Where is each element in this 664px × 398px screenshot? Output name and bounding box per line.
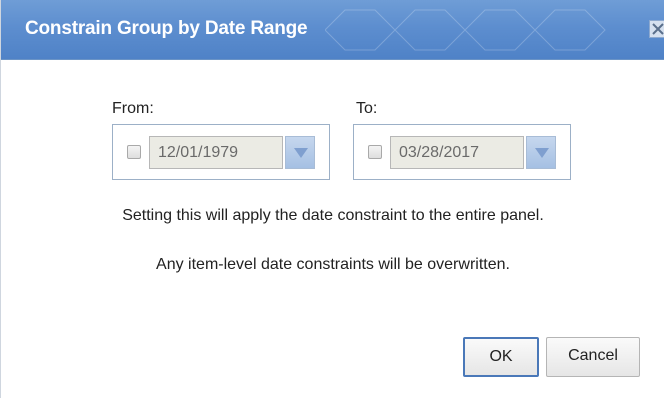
- to-label: To:: [356, 100, 378, 117]
- info-message-apply: Setting this will apply the date constra…: [122, 207, 544, 224]
- from-enable-checkbox[interactable]: [127, 145, 141, 159]
- dropdown-arrow-icon: [535, 148, 549, 158]
- titlebar-pattern: [325, 9, 606, 51]
- from-dropdown-button[interactable]: [285, 136, 315, 169]
- ok-button[interactable]: OK: [463, 337, 539, 377]
- dialog-titlebar[interactable]: Constrain Group by Date Range: [1, 0, 664, 60]
- from-date-field[interactable]: 12/01/1979: [149, 136, 283, 169]
- from-date-group: 12/01/1979: [112, 124, 330, 180]
- cancel-button[interactable]: Cancel: [546, 337, 640, 377]
- info-message-overwrite: Any item-level date constraints will be …: [156, 256, 510, 273]
- to-date-group: 03/28/2017: [353, 124, 571, 180]
- dropdown-arrow-icon: [294, 148, 308, 158]
- from-label: From:: [112, 100, 154, 117]
- dialog-title: Constrain Group by Date Range: [25, 18, 308, 39]
- close-icon[interactable]: [649, 20, 664, 38]
- to-dropdown-button[interactable]: [526, 136, 556, 169]
- to-enable-checkbox[interactable]: [368, 145, 382, 159]
- constrain-date-range-dialog: Constrain Group by Date Range From: 12/0…: [0, 0, 664, 398]
- to-date-field[interactable]: 03/28/2017: [390, 136, 524, 169]
